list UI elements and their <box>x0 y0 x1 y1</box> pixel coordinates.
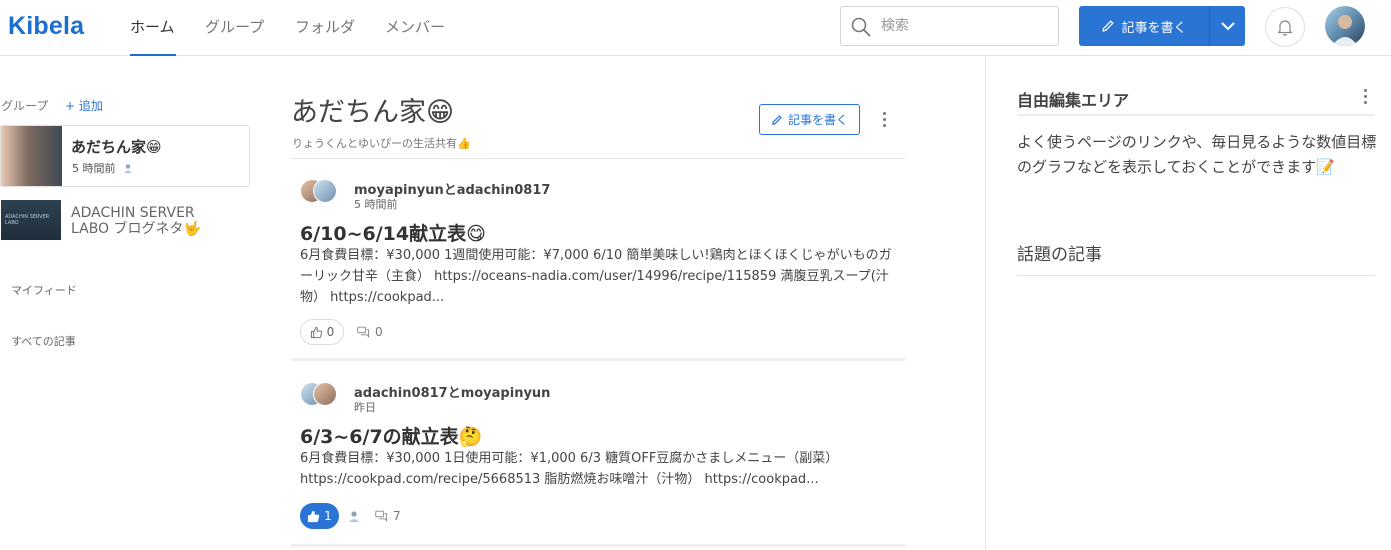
write-article-button[interactable]: 記事を書く <box>1079 6 1209 46</box>
user-mini-avatar-icon <box>124 164 132 173</box>
user-avatar[interactable] <box>1325 6 1365 46</box>
free-edit-area-title: 自由編集エリア <box>1017 91 1130 110</box>
nav-tab-members[interactable]: メンバー <box>385 16 445 56</box>
article-card[interactable]: moyapinyunとadachin0817 5 時間前 6/10~6/14献立… <box>291 179 905 354</box>
article-divider <box>291 358 905 361</box>
kibela-logo[interactable]: Kibela <box>8 12 84 41</box>
like-count: 1 <box>324 509 332 523</box>
group-write-article-button[interactable]: 記事を書く <box>759 104 860 135</box>
group-thumbnail <box>1 126 62 186</box>
bell-icon <box>1277 20 1293 36</box>
article-time: 5 時間前 <box>354 198 398 211</box>
article-time: 昨日 <box>354 401 376 414</box>
article-title[interactable]: 6/10~6/14献立表😋 <box>300 219 486 246</box>
article-divider <box>291 544 905 547</box>
right-panel: 自由編集エリア よく使うページのリンクや、毎日見るような数値目標のグラフなどを表… <box>985 56 1391 550</box>
group-more-menu-icon[interactable] <box>883 112 887 130</box>
comment-count-value: 0 <box>375 325 383 339</box>
author-avatar-2 <box>313 179 337 203</box>
search-input[interactable] <box>881 16 1051 36</box>
free-edit-divider <box>1017 114 1375 116</box>
thumbnail-text: ADACHIN SERVER LABO <box>5 214 50 226</box>
pencil-icon <box>1102 20 1114 32</box>
group-name: ADACHIN SERVER LABO ブログネタ🤟 <box>71 205 201 237</box>
like-button[interactable]: 0 <box>300 319 344 345</box>
author-avatars <box>300 179 346 203</box>
group-thumbnail: ADACHIN SERVER LABO <box>1 200 61 240</box>
write-dropdown-button[interactable] <box>1209 6 1245 46</box>
add-group-link[interactable]: + 追加 <box>65 97 103 114</box>
like-button[interactable]: 1 <box>300 503 339 529</box>
thumbs-up-icon <box>310 326 322 338</box>
free-edit-more-menu-icon[interactable] <box>1364 89 1368 107</box>
nav-tab-groups[interactable]: グループ <box>205 16 264 56</box>
notifications-button[interactable] <box>1265 7 1305 47</box>
nav-tab-folders[interactable]: フォルダ <box>295 16 355 56</box>
title-divider <box>291 158 905 159</box>
comment-icon <box>375 510 388 522</box>
my-feed-link[interactable]: マイフィード <box>11 282 77 298</box>
pencil-icon <box>772 114 782 125</box>
group-updated-time: 5 時間前 <box>72 160 133 176</box>
article-excerpt: 6月食費目標：¥30,000 1日使用可能：¥1,000 6/3 糖質OFF豆腐… <box>300 451 839 487</box>
article-card[interactable]: adachin0817とmoyapinyun 昨日 6/3~6/7の献立表🤔 6… <box>291 382 905 542</box>
group-description: りょうくんとゆいぴーの生活共有👍 <box>292 137 471 150</box>
article-excerpt: 6月食費目標：¥30,000 1週間使用可能：¥7,000 6/10 簡単美味し… <box>300 248 892 305</box>
write-article-label: 記事を書く <box>1121 20 1187 36</box>
free-edit-area-text: よく使うページのリンクや、毎日見るような数値目標のグラフなどを表示しておくことが… <box>1017 133 1377 176</box>
article-authors[interactable]: adachin0817とmoyapinyun <box>354 382 550 401</box>
liker-avatar-icon <box>349 511 359 522</box>
group-name: あだちん家😁 <box>71 138 162 156</box>
comment-count[interactable]: 7 <box>375 509 401 523</box>
left-sidebar: グループ + 追加 あだちん家😁 5 時間前 ADACHIN SERVER LA… <box>0 57 260 550</box>
article-title[interactable]: 6/3~6/7の献立表🤔 <box>300 422 482 449</box>
trending-articles-heading: 話題の記事 <box>1017 245 1102 265</box>
group-write-article-label: 記事を書く <box>787 113 848 127</box>
sidebar-group-adachin-family[interactable]: あだちん家😁 5 時間前 <box>0 125 250 187</box>
comment-count[interactable]: 0 <box>357 325 383 339</box>
group-title: あだちん家😁 <box>291 97 455 128</box>
like-count: 0 <box>326 325 335 339</box>
chevron-down-icon <box>1220 22 1235 31</box>
trending-divider <box>1017 275 1375 276</box>
thumbs-up-icon <box>308 510 320 522</box>
search-icon <box>851 17 871 37</box>
user-photo-icon <box>1332 15 1358 46</box>
author-avatar-2 <box>313 382 337 406</box>
comment-count-value: 7 <box>393 509 401 523</box>
groups-label: グループ <box>1 99 49 113</box>
search-box[interactable] <box>840 6 1059 46</box>
comment-icon <box>357 326 370 338</box>
top-header: Kibela ホーム グループ フォルダ メンバー 記事を書く <box>0 0 1391 56</box>
all-articles-link[interactable]: すべての記事 <box>11 333 76 349</box>
author-avatars <box>300 382 346 406</box>
nav-tab-home[interactable]: ホーム <box>130 16 176 56</box>
